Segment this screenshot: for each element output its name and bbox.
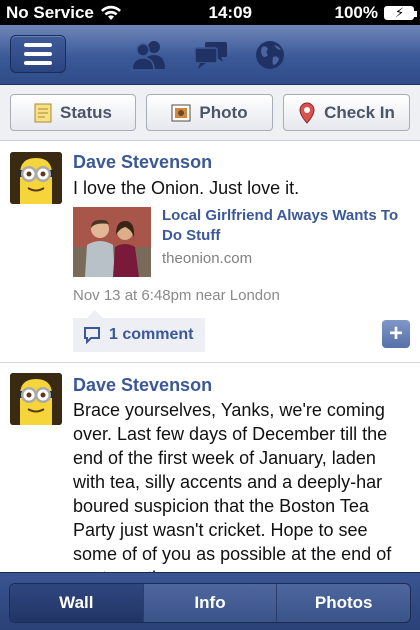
status-note-icon: [34, 103, 52, 122]
comment-count: 1 comment: [109, 326, 194, 343]
comments-button[interactable]: 1 comment: [73, 310, 205, 352]
link-photo: [73, 207, 151, 277]
wifi-icon: [100, 5, 121, 20]
feed-post: Dave Stevenson Brace yourselves, Yanks, …: [0, 363, 420, 572]
status-bar: No Service 14:09 100% ⚡: [0, 0, 420, 25]
avatar[interactable]: [10, 152, 62, 204]
status-button[interactable]: Status: [10, 94, 136, 131]
friends-icon[interactable]: [131, 39, 167, 71]
minion-avatar-image: [10, 152, 62, 204]
notifications-globe-icon[interactable]: [252, 39, 288, 71]
post-author[interactable]: Dave Stevenson: [73, 375, 212, 396]
battery-icon: ⚡: [384, 5, 417, 20]
clock: 14:09: [208, 2, 252, 22]
link-domain: theonion.com: [162, 250, 253, 267]
link-thumbnail[interactable]: [73, 207, 151, 277]
messages-icon[interactable]: [193, 39, 229, 71]
post-timestamp[interactable]: Nov 13 at 6:48pm near London: [73, 287, 280, 304]
segmented-control: Wall Info Photos: [9, 583, 411, 623]
menu-icon-line: [24, 52, 52, 56]
publisher-bar: Status Photo Check In: [0, 85, 420, 141]
link-title[interactable]: Local Girlfriend Always Wants To Do Stuf…: [162, 206, 402, 246]
post-text: Brace yourselves, Yanks, we're coming ov…: [73, 400, 392, 572]
profile-tab-bar: Wall Info Photos: [0, 572, 420, 630]
battery-percentage: 100%: [334, 2, 378, 22]
check-in-button-label: Check In: [324, 102, 395, 122]
menu-button[interactable]: [10, 35, 66, 73]
carrier-label: No Service: [6, 2, 94, 22]
tab-info[interactable]: Info: [144, 584, 278, 622]
tab-photos[interactable]: Photos: [277, 584, 410, 622]
post-author[interactable]: Dave Stevenson: [73, 152, 212, 173]
check-in-button[interactable]: Check In: [283, 94, 410, 131]
news-feed: Dave Stevenson I love the Onion. Just lo…: [0, 142, 420, 572]
status-button-label: Status: [60, 102, 112, 122]
tab-wall[interactable]: Wall: [10, 584, 144, 622]
avatar[interactable]: [10, 373, 62, 425]
comment-icon: [84, 327, 100, 344]
menu-icon-line: [24, 43, 52, 47]
feed-post: Dave Stevenson I love the Onion. Just lo…: [0, 142, 420, 362]
photo-icon: [171, 104, 191, 121]
menu-icon-line: [24, 61, 52, 65]
navigation-bar: [0, 25, 420, 85]
post-text: I love the Onion. Just love it.: [73, 178, 300, 198]
add-comment-plus-icon[interactable]: +: [382, 320, 410, 348]
photo-button-label: Photo: [199, 102, 248, 122]
location-pin-icon: [299, 101, 315, 124]
photo-button[interactable]: Photo: [146, 94, 273, 131]
minion-avatar-image: [10, 373, 62, 425]
